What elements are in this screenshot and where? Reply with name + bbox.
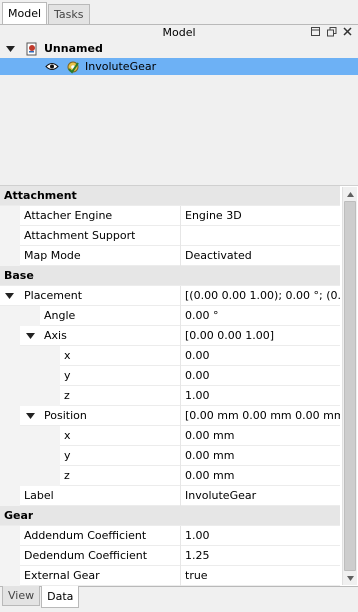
property-value[interactable]: 1.00 [180,526,340,546]
scroll-up-arrow-icon[interactable] [343,187,357,201]
property-name: Placement [24,289,83,302]
property-row[interactable]: x 0.00 mm [0,426,340,446]
property-value[interactable]: [0.00 0.00 1.00] [180,326,340,346]
property-name: Attacher Engine [24,209,113,222]
gear-icon [66,60,80,74]
property-value[interactable]: [(0.00 0.00 1.00); 0.00 °; (0.00 mm 0.00… [180,286,340,306]
tab-model[interactable]: Model [2,2,48,24]
float-panel-icon[interactable] [326,25,337,38]
property-value[interactable]: [0.00 mm 0.00 mm 0.00 mm] [180,406,340,426]
property-name: External Gear [24,569,100,582]
property-name: x [64,349,71,362]
property-row[interactable]: Addendum Coefficient 1.00 [0,526,340,546]
property-value[interactable]: 0.00 mm [180,426,340,446]
tab-view[interactable]: View [2,586,41,606]
property-row[interactable]: Dedendum Coefficient 1.25 [0,546,340,566]
property-row[interactable]: Angle 0.00 ° [0,306,340,326]
property-name: y [64,449,71,462]
property-value[interactable]: 1.00 [180,386,340,406]
property-value[interactable]: Engine 3D [180,206,340,226]
property-name: Angle [44,309,76,322]
model-panel-title: Model [162,26,196,39]
object-label: InvoluteGear [85,60,157,73]
property-value[interactable]: 0.00 ° [180,306,340,326]
property-value[interactable]: 0.00 [180,366,340,386]
document-icon [25,42,39,56]
bottom-tab-bar: View Data [2,586,80,608]
property-row[interactable]: z 0.00 mm [0,466,340,486]
group-label: Base [4,269,34,282]
visibility-eye-icon[interactable] [45,61,59,73]
property-row[interactable]: Attacher Engine Engine 3D [0,206,340,226]
property-value[interactable]: Deactivated [180,246,340,266]
property-row[interactable]: Label InvoluteGear [0,486,340,506]
property-name: y [64,369,71,382]
property-value[interactable]: InvoluteGear [180,486,340,506]
property-row[interactable]: z 1.00 [0,386,340,406]
property-value[interactable]: 0.00 [180,346,340,366]
group-label: Attachment [4,189,77,202]
property-row[interactable]: y 0.00 [0,366,340,386]
property-row[interactable]: y 0.00 mm [0,446,340,466]
property-name: Addendum Coefficient [24,529,147,542]
group-label: Gear [4,509,34,522]
property-view: Attachment Attacher Engine Engine 3D Att… [0,185,358,586]
property-name: z [64,389,70,402]
property-name: Dedendum Coefficient [24,549,148,562]
property-value[interactable] [180,226,340,246]
property-name: Attachment Support [24,229,136,242]
minimize-panel-icon[interactable] [310,25,321,38]
tab-data[interactable]: Data [41,586,80,608]
property-value[interactable]: true [180,566,340,586]
group-base[interactable]: Base [0,266,340,286]
expand-arrow-icon[interactable] [26,411,36,421]
property-row[interactable]: Attachment Support [0,226,340,246]
property-row[interactable]: x 0.00 [0,346,340,366]
property-row[interactable]: External Gear true [0,566,340,586]
property-grid: Attachment Attacher Engine Engine 3D Att… [0,186,340,586]
model-panel-header: Model [0,25,358,40]
expand-arrow-icon[interactable] [5,291,15,301]
tab-tasks[interactable]: Tasks [48,4,90,24]
property-row-position[interactable]: Position [0.00 mm 0.00 mm 0.00 mm] [0,406,340,426]
property-name: Position [44,409,87,422]
scrollbar-thumb[interactable] [344,201,356,571]
property-value[interactable]: 0.00 mm [180,466,340,486]
property-value[interactable]: 0.00 mm [180,446,340,466]
property-row[interactable]: Map Mode Deactivated [0,246,340,266]
expand-arrow-icon[interactable] [5,44,15,54]
group-gear[interactable]: Gear [0,506,340,526]
close-panel-icon[interactable] [342,25,353,38]
group-attachment[interactable]: Attachment [0,186,340,206]
property-name: z [64,469,70,482]
expand-arrow-icon[interactable] [26,331,36,341]
tree-item-involute-gear[interactable]: InvoluteGear [0,58,358,75]
property-row-axis[interactable]: Axis [0.00 0.00 1.00] [0,326,340,346]
tree-item-document[interactable]: Unnamed [0,40,358,57]
property-name: Axis [44,329,67,342]
property-row-placement[interactable]: Placement [(0.00 0.00 1.00); 0.00 °; (0.… [0,286,340,306]
vertical-scrollbar[interactable] [342,187,357,585]
document-label: Unnamed [44,42,103,55]
property-name: x [64,429,71,442]
top-tab-bar: Model Tasks [2,2,91,24]
scroll-down-arrow-icon[interactable] [343,571,357,585]
property-name: Label [24,489,54,502]
model-tree: Unnamed InvoluteGear [0,40,358,185]
property-value[interactable]: 1.25 [180,546,340,566]
property-name: Map Mode [24,249,81,262]
